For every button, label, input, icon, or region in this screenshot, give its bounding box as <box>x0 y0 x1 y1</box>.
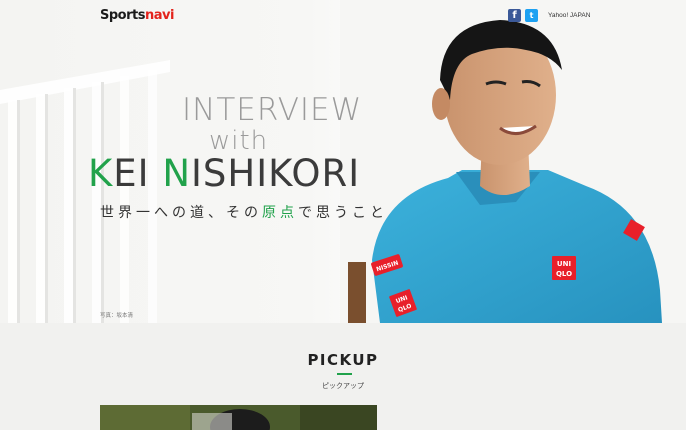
pickup-card-image[interactable] <box>100 405 377 430</box>
twitter-icon[interactable]: t <box>525 9 538 22</box>
pickup-title: PICKUP <box>307 351 379 369</box>
title-interview: INTERVIEW <box>182 92 363 128</box>
name-first-initial: K <box>88 152 114 195</box>
subtitle-after: で思うこと <box>298 205 388 221</box>
name-last-rest: ISHIKORI <box>191 152 361 195</box>
subtitle-highlight: 原点 <box>262 205 298 221</box>
facebook-icon[interactable]: f <box>508 9 521 22</box>
player-photo: UNI QLO UNI QLO NISSIN <box>340 0 686 323</box>
pickup-underline <box>337 373 352 375</box>
logo-part-navi: navi <box>144 8 174 23</box>
subtitle-before: 世界一への道、その <box>100 205 262 221</box>
name-last-initial: N <box>162 152 192 195</box>
social-links: f t Yahoo! JAPAN <box>508 9 590 22</box>
pickup-card-photo <box>100 405 377 430</box>
photo-credit: 写真：坂本清 <box>100 313 134 319</box>
shirt-logo-top: UNI <box>557 260 571 268</box>
sportsnavi-logo[interactable]: Sportsnavi <box>100 8 174 23</box>
hero-subtitle: 世界一への道、その原点で思うこと <box>100 202 388 222</box>
twitter-glyph: t <box>529 11 534 20</box>
shirt-logo-bottom: QLO <box>556 270 572 278</box>
hero-section: UNI QLO UNI QLO NISSIN Sportsnavi f t Ya… <box>0 0 686 323</box>
pickup-subtitle: ピックアップ <box>322 382 364 390</box>
name-first-rest: EI <box>113 152 163 195</box>
yahoo-japan-link[interactable]: Yahoo! JAPAN <box>548 12 590 19</box>
player-name-title: KEI NISHIKORI <box>88 152 360 195</box>
logo-part-sports: Sports <box>100 8 145 23</box>
facebook-glyph: f <box>512 10 517 21</box>
